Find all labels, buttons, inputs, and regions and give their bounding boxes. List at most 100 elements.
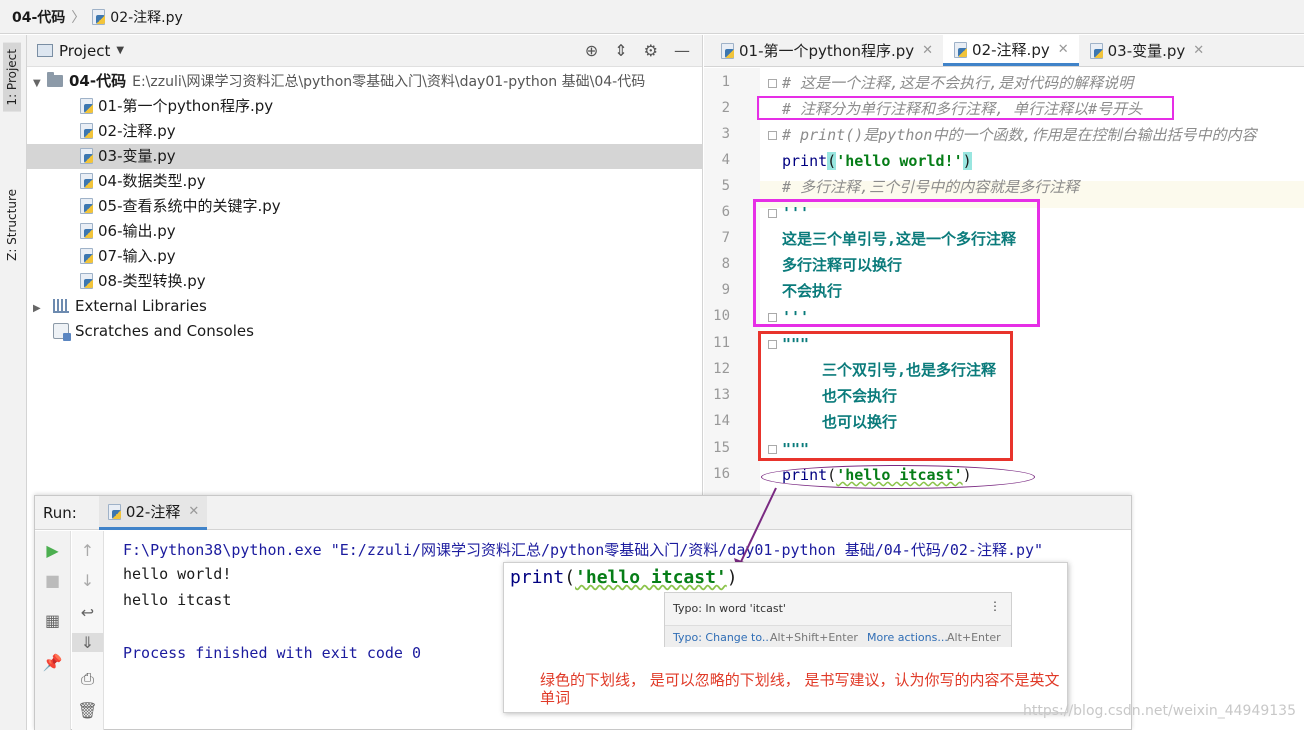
collapse-all-icon[interactable]: ⇕ <box>614 41 627 60</box>
callout-code-snippet: print('hello itcast') <box>510 567 738 588</box>
more-actions-shortcut: Alt+Enter <box>947 631 1001 644</box>
chevron-right-icon[interactable]: ▶ <box>33 296 47 321</box>
breadcrumb-separator: 〉 <box>71 9 86 26</box>
chevron-down-icon[interactable]: ▼ <box>33 71 47 96</box>
code-line-1: # 这是一个注释,这是不会执行,是对代码的解释说明 <box>782 74 1134 92</box>
tree-file-item[interactable]: 04-数据类型.py <box>27 169 703 194</box>
locate-icon[interactable]: ⊕ <box>585 41 598 60</box>
tree-file-item[interactable]: 06-输出.py <box>27 219 703 244</box>
tree-file-label: 02-注释.py <box>98 122 176 140</box>
line-number: 1 <box>721 74 730 90</box>
code-line-4: print('hello world!') <box>782 148 972 174</box>
scroll-to-end-icon[interactable]: ⇓ <box>72 633 103 652</box>
chevron-down-icon[interactable]: ▼ <box>116 45 124 56</box>
close-icon[interactable]: ✕ <box>922 43 933 58</box>
more-vertical-icon[interactable]: ⋮ <box>989 599 1001 613</box>
fold-marker-icon[interactable] <box>768 131 777 140</box>
annotation-ellipse <box>761 465 1035 489</box>
more-actions-link[interactable]: More actions... <box>867 631 948 644</box>
gear-icon[interactable]: ⚙ <box>644 41 658 60</box>
token-paren: ) <box>726 567 738 588</box>
tree-external-libraries[interactable]: ▶ External Libraries <box>27 294 703 319</box>
watermark: https://blog.csdn.net/weixin_44949135 <box>1022 703 1296 719</box>
close-icon[interactable]: ✕ <box>1193 43 1204 58</box>
editor-tab[interactable]: 02-注释.py ✕ <box>943 35 1079 66</box>
python-file-icon <box>79 273 94 289</box>
rerun-icon[interactable]: ▶ <box>35 541 70 560</box>
print-icon[interactable]: ⎙ <box>72 669 103 689</box>
annotation-callout: print('hello itcast') Typo: In word 'itc… <box>503 562 1068 713</box>
typo-change-link[interactable]: Typo: Change to... <box>673 631 772 644</box>
navigation-bar: 04-代码 〉 02-注释.py <box>0 0 1304 34</box>
editor-tab[interactable]: 01-第一个python程序.py ✕ <box>710 35 943 66</box>
fold-marker-icon[interactable] <box>768 79 777 88</box>
tree-file-item[interactable]: 08-类型转换.py <box>27 269 703 294</box>
run-header: Run: 02-注释 ✕ <box>35 495 1131 530</box>
structure-tool-tab[interactable]: Z: Structure <box>3 185 21 265</box>
scratches-icon <box>53 323 71 341</box>
code-line-5: # 多行注释,三个引号中的内容就是多行注释 <box>782 178 1080 196</box>
line-number: 8 <box>721 256 730 272</box>
minimize-icon[interactable]: — <box>674 41 690 60</box>
tree-scratches[interactable]: Scratches and Consoles <box>27 319 703 344</box>
project-panel-header: Project ▼ ⊕ ⇕ ⚙ — <box>27 35 702 67</box>
line-number: 3 <box>721 126 730 142</box>
library-icon <box>53 299 69 313</box>
tree-scratches-label: Scratches and Consoles <box>75 322 254 340</box>
layout-icon[interactable]: ▦ <box>35 611 70 630</box>
console-command: F:\Python38\python.exe "E:/zzuli/网课学习资料汇… <box>123 541 1044 559</box>
run-toolbar-primary: ▶ ■ ▦ 📌 <box>35 531 71 730</box>
tree-file-item[interactable]: 01-第一个python程序.py <box>27 94 703 119</box>
python-file-icon <box>953 41 968 58</box>
run-label: Run: <box>43 503 77 522</box>
tree-file-label: 06-输出.py <box>98 222 176 240</box>
tree-file-item[interactable]: 03-变量.py <box>27 144 703 169</box>
line-number: 11 <box>713 335 730 351</box>
breadcrumb-file[interactable]: 02-注释.py <box>110 7 183 27</box>
line-number: 13 <box>713 387 730 403</box>
line-number: 12 <box>713 361 730 377</box>
run-tab-label: 02-注释 <box>125 502 181 521</box>
code-line-3: # print()是python中的一个函数,作用是在控制台输出括号中的内容 <box>782 126 1257 144</box>
tree-root-path: E:\zzuli\网课学习资料汇总\python零基础入门\资料\day01-p… <box>132 74 646 90</box>
tree-file-item[interactable]: 02-注释.py <box>27 119 703 144</box>
console-output-line: hello world! <box>123 565 232 583</box>
typo-change-shortcut: Alt+Shift+Enter <box>770 631 858 644</box>
folder-icon <box>47 72 63 87</box>
stop-icon[interactable]: ■ <box>35 571 70 590</box>
pin-icon[interactable]: 📌 <box>35 653 70 672</box>
tree-root-folder[interactable]: ▼ 04-代码 E:\zzuli\网课学习资料汇总\python零基础入门\资料\d… <box>27 69 703 94</box>
project-view-title[interactable]: Project <box>59 42 110 60</box>
project-tool-tab[interactable]: 1: Project <box>3 43 21 112</box>
close-icon[interactable]: ✕ <box>1058 42 1069 57</box>
arrow-up-icon[interactable]: ↑ <box>72 541 103 560</box>
tree-external-libraries-label: External Libraries <box>75 297 207 315</box>
typo-actions: Typo: Change to... Alt+Shift+Enter More … <box>665 625 1011 647</box>
trash-icon[interactable]: 🗑 <box>72 701 103 720</box>
line-number: 9 <box>721 282 730 298</box>
editor-tab[interactable]: 03-变量.py ✕ <box>1079 35 1215 66</box>
python-file-icon <box>79 173 94 189</box>
typo-tooltip: Typo: In word 'itcast' ⋮ Typo: Change to… <box>664 592 1012 647</box>
close-icon[interactable]: ✕ <box>188 504 199 519</box>
project-view-icon <box>37 44 53 57</box>
tree-file-label: 01-第一个python程序.py <box>98 97 274 115</box>
arrow-down-icon[interactable]: ↓ <box>72 571 103 590</box>
tree-file-label: 08-类型转换.py <box>98 272 206 290</box>
typo-title: Typo: In word 'itcast' <box>673 602 786 615</box>
tree-file-label: 03-变量.py <box>98 147 176 165</box>
run-config-tab[interactable]: 02-注释 ✕ <box>98 495 208 530</box>
editor-tabs: 01-第一个python程序.py ✕ 02-注释.py ✕ 03-变量.py ✕ <box>704 35 1304 67</box>
editor-tab-label: 02-注释.py <box>972 40 1050 59</box>
python-file-icon <box>79 98 94 114</box>
python-file-icon <box>91 9 106 25</box>
tree-file-item[interactable]: 07-输入.py <box>27 244 703 269</box>
console-exit-message: Process finished with exit code 0 <box>123 644 422 662</box>
python-file-icon <box>79 248 94 264</box>
breadcrumb-folder[interactable]: 04-代码 <box>12 7 65 27</box>
annotation-box-single-line-comment <box>757 96 1174 120</box>
annotation-box-single-quote-comment <box>753 199 1040 327</box>
tree-file-item[interactable]: 05-查看系统中的关键字.py <box>27 194 703 219</box>
token-function: print <box>782 152 828 170</box>
soft-wrap-icon[interactable]: ↩ <box>72 603 103 622</box>
